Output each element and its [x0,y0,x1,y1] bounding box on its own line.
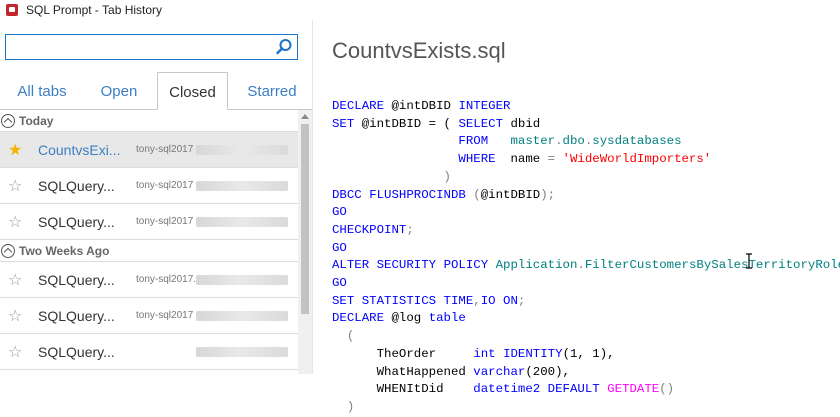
redacted-server-suffix [196,274,288,285]
star-icon[interactable]: ☆ [8,212,24,232]
file-title: CountvsExists.sql [332,38,506,63]
search-box [5,34,298,60]
scroll-up-arrow-icon[interactable] [301,114,309,119]
preview-panel: CountvsExists.sql DECLARE @intDBID INTEG… [313,20,840,414]
tab-strip: All tabs Open Closed Starred [0,72,312,110]
redacted-server-suffix [196,346,288,357]
item-name: SQLQuery... [38,307,115,324]
item-server: tony-sql2017. [136,274,196,285]
item-server: tony-sql2017 [136,310,194,321]
chevron-up-circle-icon[interactable] [1,113,15,128]
star-icon[interactable]: ☆ [8,270,24,290]
tab-history-panel: All tabs Open Closed Starred Today ★ Cou… [0,20,312,374]
star-icon[interactable]: ☆ [8,176,24,196]
group-label: Two Weeks Ago [19,243,110,258]
group-header-today[interactable]: Today [0,110,298,132]
group-label: Today [19,113,54,128]
tab-open[interactable]: Open [84,72,154,109]
redacted-server-suffix [196,144,288,155]
list-item[interactable]: ★ CountvsExi... tony-sql2017 [0,132,298,168]
item-name: SQLQuery... [38,213,115,230]
redacted-server-suffix [196,180,288,191]
search-icon[interactable] [275,38,293,56]
item-server: tony-sql2017 [136,180,194,191]
item-name: SQLQuery... [38,343,115,360]
star-icon[interactable]: ☆ [8,342,24,362]
star-icon[interactable]: ★ [8,140,24,160]
search-input[interactable] [10,35,274,59]
redacted-server-suffix [196,216,288,227]
sql-prompt-icon [6,4,18,16]
chevron-up-circle-icon[interactable] [1,243,15,258]
star-icon[interactable]: ☆ [8,306,24,326]
list-item[interactable]: ☆ SQLQuery... tony-sql2017 [0,204,298,240]
redacted-server-suffix [196,310,288,321]
list-scrollbar[interactable] [298,110,312,374]
group-header-two-weeks-ago[interactable]: Two Weeks Ago [0,240,298,262]
item-name: SQLQuery... [38,177,115,194]
text-cursor-icon [746,253,752,269]
item-name: CountvsExi... [38,141,121,158]
tab-starred[interactable]: Starred [232,72,312,109]
item-server: tony-sql2017 [136,216,194,227]
tab-all-tabs[interactable]: All tabs [0,72,84,109]
code-preview[interactable]: DECLARE @intDBID INTEGER SET @intDBID = … [332,98,840,417]
item-server: tony-sql2017 [136,144,194,155]
tab-closed[interactable]: Closed [157,72,228,110]
list-item[interactable]: ☆ SQLQuery... tony-sql2017 [0,298,298,334]
list-item[interactable]: ☆ SQLQuery... tony-sql2017 [0,168,298,204]
window-title: SQL Prompt - Tab History [26,3,163,17]
list-item[interactable]: ☆ SQLQuery... [0,334,298,370]
title-bar: SQL Prompt - Tab History [0,0,840,20]
scrollbar-thumb[interactable] [301,124,309,314]
tab-history-list: Today ★ CountvsExi... tony-sql2017 ☆ SQL… [0,110,298,374]
item-name: SQLQuery... [38,271,115,288]
list-item[interactable]: ☆ SQLQuery... tony-sql2017. [0,262,298,298]
